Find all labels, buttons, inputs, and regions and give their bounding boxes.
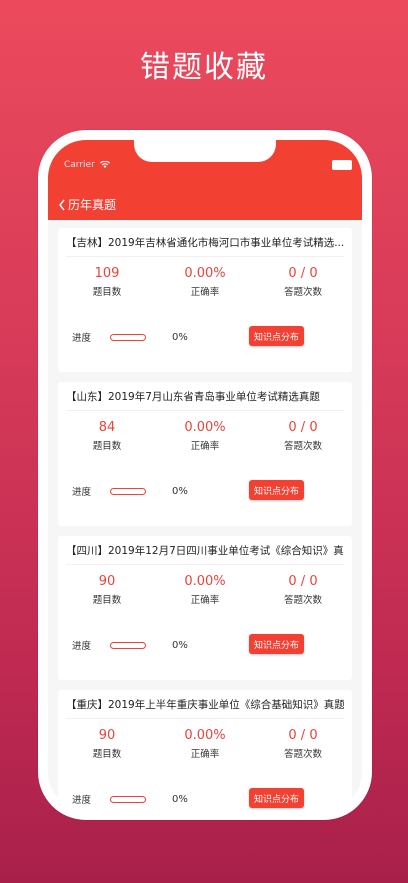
accuracy-value: 0.00% — [184, 728, 226, 743]
question-count-label: 题目数 — [92, 287, 122, 298]
progress-row: 进度 0% 知识点分布 — [72, 480, 338, 502]
progress-bar — [110, 333, 146, 341]
stats-row: 90 题目数 0.00% 正确率 0 / 0 答题次数 — [58, 728, 352, 760]
back-label: 历年真题 — [68, 198, 117, 212]
wifi-icon — [99, 161, 110, 168]
progress-label: 进度 — [72, 333, 92, 344]
accuracy-label: 正确率 — [190, 749, 220, 760]
progress-percent: 0% — [172, 793, 188, 805]
accuracy-value: 0.00% — [184, 574, 226, 589]
divider — [66, 718, 344, 719]
exam-title: 【吉林】2019年吉林省通化市梅河口市事业单位考试精选... — [66, 237, 344, 249]
exam-title: 【四川】2019年12月7日四川事业单位考试《综合知识》真题 — [66, 545, 344, 557]
divider — [66, 564, 344, 565]
knowledge-distribution-button[interactable]: 知识点分布 — [248, 326, 304, 346]
stats-row: 84 题目数 0.00% 正确率 0 / 0 答题次数 — [58, 420, 352, 452]
progress-bar — [110, 795, 146, 803]
knowledge-distribution-button[interactable]: 知识点分布 — [248, 634, 304, 654]
carrier-label: Carrier — [64, 160, 95, 170]
exam-card[interactable]: 【吉林】2019年吉林省通化市梅河口市事业单位考试精选... 109 题目数 0.… — [58, 228, 352, 372]
answers-label: 答题次数 — [283, 441, 322, 452]
progress-bar — [110, 487, 146, 495]
question-count-label: 题目数 — [92, 749, 122, 760]
answers-value: 0 / 0 — [288, 266, 318, 281]
answers-label: 答题次数 — [283, 749, 322, 760]
progress-percent: 0% — [172, 485, 188, 497]
exam-title: 【重庆】2019年上半年重庆事业单位《综合基础知识》真题 — [66, 699, 344, 711]
question-count-value: 109 — [94, 266, 120, 281]
stats-row: 90 题目数 0.00% 正确率 0 / 0 答题次数 — [58, 574, 352, 606]
battery-icon — [332, 160, 352, 170]
knowledge-distribution-button[interactable]: 知识点分布 — [248, 788, 304, 808]
accuracy-value: 0.00% — [184, 420, 226, 435]
answers-label: 答题次数 — [283, 595, 322, 606]
answers-label: 答题次数 — [283, 287, 322, 298]
answers-value: 0 / 0 — [288, 574, 318, 589]
accuracy-value: 0.00% — [184, 266, 226, 281]
question-count-label: 题目数 — [92, 595, 122, 606]
progress-percent: 0% — [172, 639, 188, 651]
exam-list: 【吉林】2019年吉林省通化市梅河口市事业单位考试精选... 109 题目数 0.… — [58, 228, 352, 810]
phone-frame: Carrier 历年真题 【吉林】2019年吉林省通化市梅河口市事业单位考试精选… — [38, 130, 372, 820]
exam-card[interactable]: 【山东】2019年7月山东省青岛事业单位考试精选真题 84 题目数 0.00% 正确… — [58, 382, 352, 526]
progress-row: 进度 0% 知识点分布 — [72, 326, 338, 348]
progress-row: 进度 0% 知识点分布 — [72, 788, 338, 810]
knowledge-distribution-button[interactable]: 知识点分布 — [248, 480, 304, 500]
accuracy-label: 正确率 — [190, 441, 220, 452]
accuracy-label: 正确率 — [190, 595, 220, 606]
stats-row: 109 题目数 0.00% 正确率 0 / 0 答题次数 — [58, 266, 352, 298]
progress-label: 进度 — [72, 795, 92, 806]
progress-label: 进度 — [72, 641, 92, 652]
exam-card[interactable]: 【重庆】2019年上半年重庆事业单位《综合基础知识》真题 90 题目数 0.00%… — [58, 690, 352, 810]
progress-bar — [110, 641, 146, 649]
chevron-left-icon — [59, 199, 65, 210]
question-count-value: 90 — [98, 728, 116, 743]
exam-title: 【山东】2019年7月山东省青岛事业单位考试精选真题 — [66, 391, 320, 403]
progress-label: 进度 — [72, 487, 92, 498]
question-count-value: 84 — [98, 420, 116, 435]
answers-value: 0 / 0 — [288, 728, 318, 743]
question-count-label: 题目数 — [92, 441, 122, 452]
promo-title: 错题收藏 — [140, 50, 268, 85]
divider — [66, 256, 344, 257]
progress-row: 进度 0% 知识点分布 — [72, 634, 338, 656]
divider — [66, 410, 344, 411]
accuracy-label: 正确率 — [190, 287, 220, 298]
progress-percent: 0% — [172, 331, 188, 343]
phone-notch — [134, 140, 276, 162]
exam-card[interactable]: 【四川】2019年12月7日四川事业单位考试《综合知识》真题 90 题目数 0.0… — [58, 536, 352, 680]
question-count-value: 90 — [98, 574, 116, 589]
status-bar: Carrier — [64, 160, 110, 170]
back-button[interactable]: 历年真题 — [58, 196, 116, 213]
answers-value: 0 / 0 — [288, 420, 318, 435]
